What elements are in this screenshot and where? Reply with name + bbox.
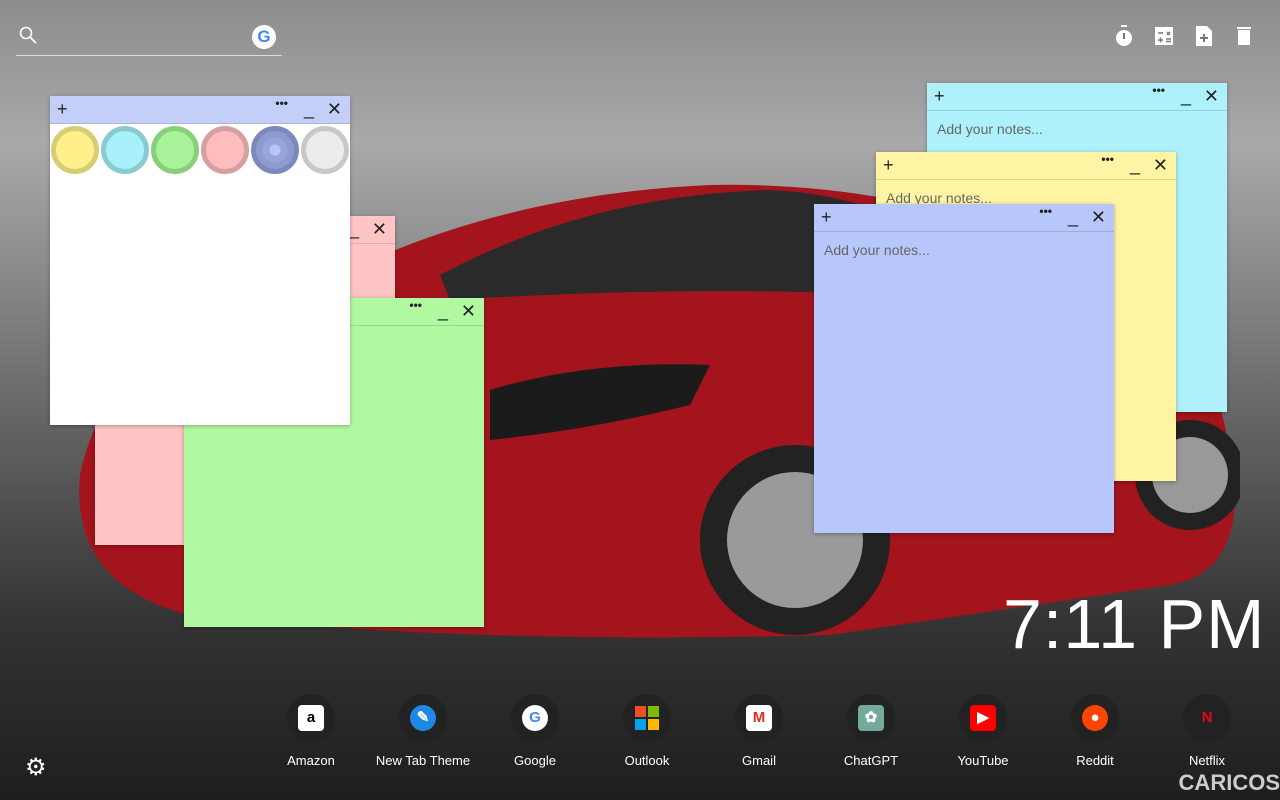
minimize-button[interactable]: _ [438,301,448,322]
note-header[interactable]: + ••• _ ✕ [814,204,1114,232]
shortcut-new-tab-theme[interactable]: ✎ New Tab Theme [367,694,479,768]
shortcut-chatgpt[interactable]: ✿ ChatGPT [815,694,927,768]
shortcut-label: Outlook [624,753,670,768]
shortcut-label: Reddit [1076,753,1114,768]
shortcut-label: ChatGPT [843,753,899,768]
shortcut-label: Google [514,753,556,768]
shortcut-label: Netflix [1188,753,1226,768]
note-header[interactable]: + ••• _ ✕ [876,152,1176,180]
more-options-button[interactable]: ••• [1152,83,1165,97]
shortcut-icon[interactable]: M [735,694,783,742]
shortcut-google[interactable]: G Google [479,694,591,768]
minimize-button[interactable]: _ [1130,155,1140,176]
add-note-icon[interactable] [1194,24,1214,48]
close-button[interactable]: ✕ [372,219,387,240]
minimize-button[interactable]: _ [304,99,314,120]
sticky-note-blue: + ••• _ ✕ Add your notes... [814,204,1114,533]
shortcut-icon[interactable]: N [1183,694,1231,742]
shortcut-icon[interactable]: G [511,694,559,742]
close-button[interactable]: ✕ [1153,155,1168,176]
shortcut-gmail[interactable]: M Gmail [703,694,815,768]
search-icon[interactable] [19,26,37,44]
clock: 7:11 PM [1003,585,1266,663]
add-note-button[interactable]: + [57,99,68,120]
search-bar: G [16,22,282,56]
minimize-button[interactable]: _ [349,219,359,240]
watermark: CARICOS [1178,770,1280,795]
more-options-button[interactable]: ••• [409,298,422,312]
minimize-button[interactable]: _ [1181,86,1191,107]
minimize-button[interactable]: _ [1068,207,1078,228]
shortcut-icon[interactable]: ✎ [399,694,447,742]
shortcut-icon[interactable]: ▶ [959,694,1007,742]
close-button[interactable]: ✕ [1091,207,1106,228]
color-swatch[interactable] [51,126,99,174]
more-options-button[interactable]: ••• [1101,152,1114,166]
color-swatch[interactable] [301,126,349,174]
close-button[interactable]: ✕ [461,301,476,322]
add-note-button[interactable]: + [883,155,894,176]
shortcut-label: YouTube [957,753,1009,768]
calculator-icon[interactable] [1154,24,1174,48]
color-swatch[interactable] [151,126,199,174]
shortcut-netflix[interactable]: N Netflix [1151,694,1263,768]
close-button[interactable]: ✕ [327,99,342,120]
trash-icon[interactable] [1234,24,1254,48]
note-header[interactable]: + ••• _ ✕ [50,96,350,124]
shortcut-label: Gmail [742,753,776,768]
shortcut-outlook[interactable]: Outlook [591,694,703,768]
shortcut-amazon[interactable]: a Amazon [255,694,367,768]
add-note-button[interactable]: + [934,86,945,107]
search-input[interactable] [46,26,246,48]
shortcut-dock: a Amazon ✎ New Tab Theme G Google Outlook M Gmai… [255,694,1263,768]
note-textarea[interactable] [814,232,1114,522]
timer-icon[interactable] [1114,24,1134,48]
color-swatch[interactable] [101,126,149,174]
shortcut-icon[interactable]: ● [1071,694,1119,742]
more-options-button[interactable]: ••• [275,96,288,110]
shortcut-icon[interactable]: a [287,694,335,742]
more-options-button[interactable]: ••• [1039,204,1052,218]
note-header[interactable]: + ••• _ ✕ [927,83,1227,111]
add-note-button[interactable]: + [821,207,832,228]
shortcut-reddit[interactable]: ● Reddit [1039,694,1151,768]
color-swatch[interactable] [251,126,299,174]
settings-gear-icon[interactable]: ⚙ [25,753,47,782]
color-picker [50,124,350,174]
sticky-note-picker: + ••• _ ✕ [50,96,350,425]
shortcut-icon[interactable] [623,694,671,742]
shortcut-label: Amazon [287,753,335,768]
google-icon[interactable]: G [252,25,276,49]
shortcut-label: New Tab Theme [375,753,471,768]
shortcut-icon[interactable]: ✿ [847,694,895,742]
shortcut-youtube[interactable]: ▶ YouTube [927,694,1039,768]
color-swatch[interactable] [201,126,249,174]
close-button[interactable]: ✕ [1204,86,1219,107]
toolbar [1114,24,1254,48]
